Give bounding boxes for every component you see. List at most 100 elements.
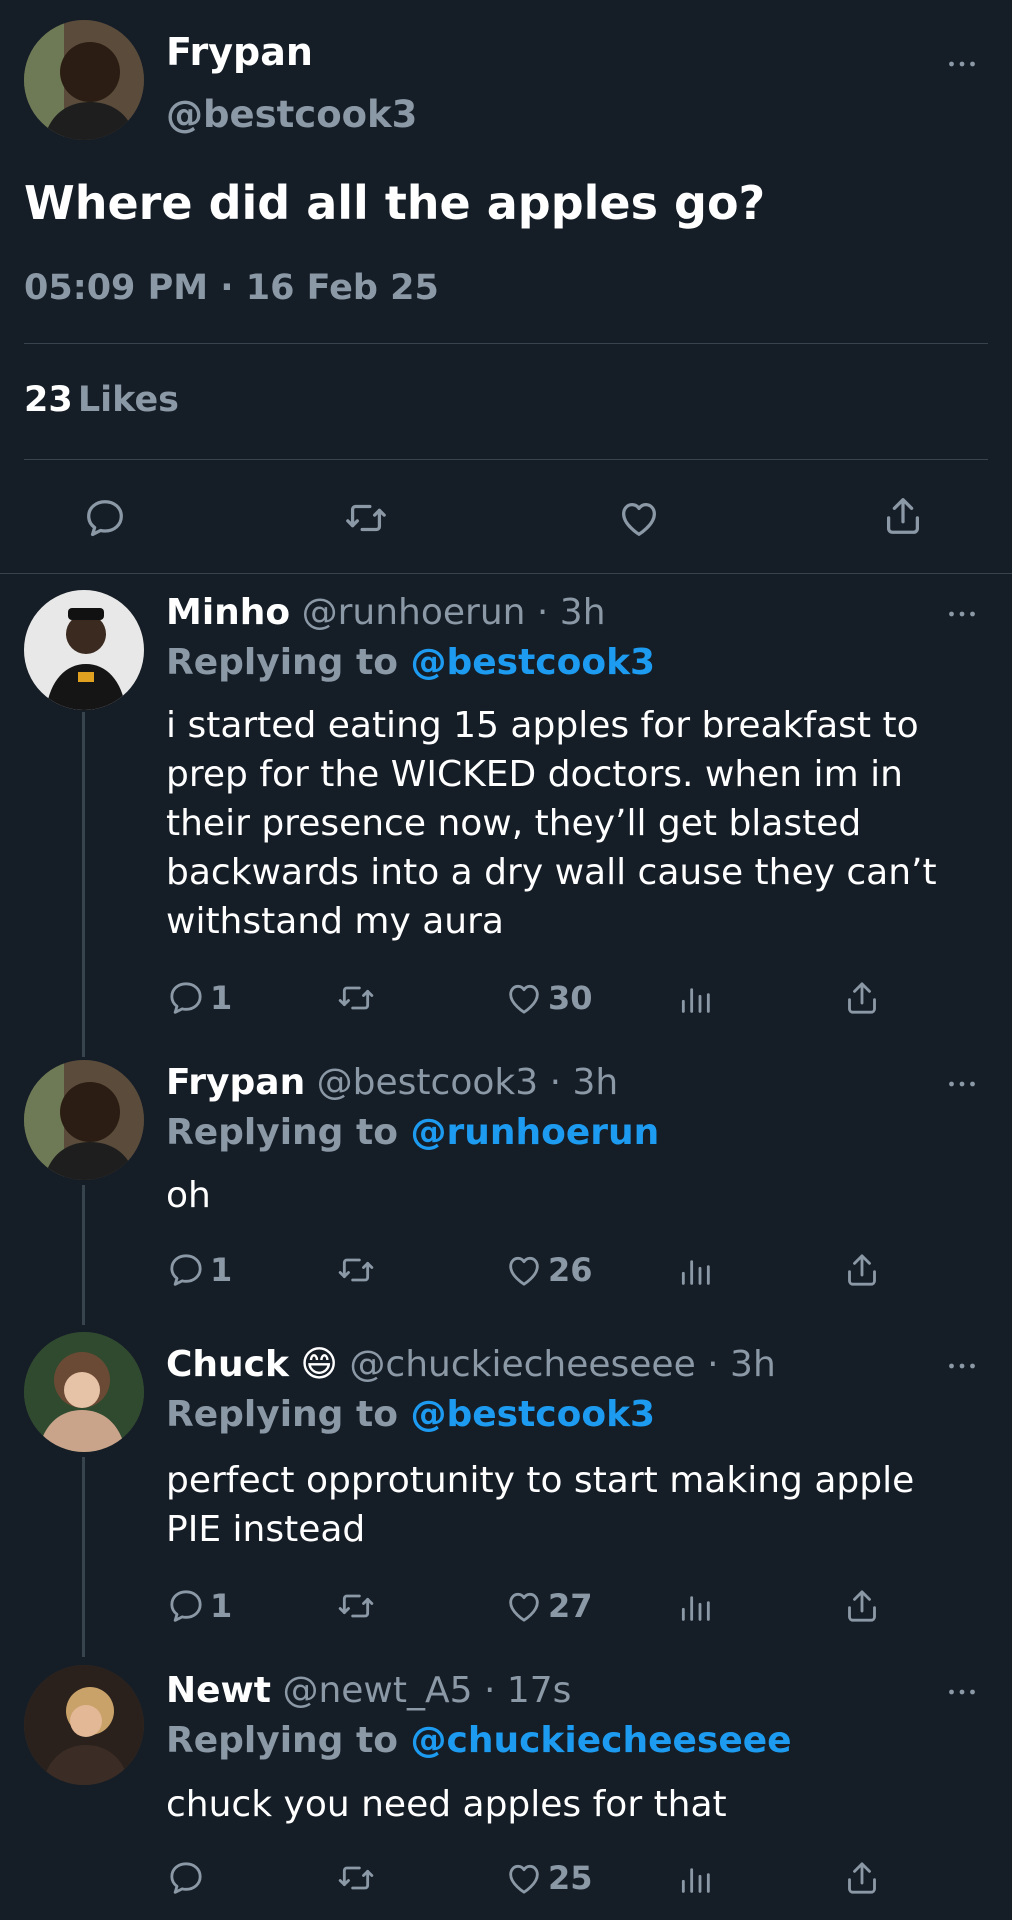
like-button[interactable]: 25 xyxy=(504,1858,593,1898)
stats-button[interactable] xyxy=(675,1586,715,1626)
reply-actions: 1 26 xyxy=(166,1250,886,1294)
reply-count: 1 xyxy=(210,1251,233,1289)
main-tweet-text: Where did all the apples go? xyxy=(24,176,766,230)
replying-to: Replying to @bestcook3 xyxy=(166,1392,655,1438)
replying-to: Replying to @chuckiecheeseee xyxy=(166,1718,792,1764)
reply-actions: 1 27 xyxy=(166,1586,886,1630)
retweet-icon xyxy=(334,1586,378,1626)
retweet-button[interactable] xyxy=(334,1250,378,1290)
divider xyxy=(24,343,988,344)
reply-header: Frypan @bestcook3 · 3h xyxy=(166,1060,618,1106)
share-button[interactable] xyxy=(842,978,882,1018)
mention-link[interactable]: @bestcook3 xyxy=(410,1394,655,1435)
main-reply-icon[interactable] xyxy=(82,495,128,545)
reply-avatar[interactable] xyxy=(24,1332,144,1452)
mention-link[interactable]: @chuckiecheeseee xyxy=(410,1720,791,1761)
main-author-name[interactable]: Frypan xyxy=(166,30,313,74)
divider xyxy=(24,459,988,460)
reply-meta[interactable]: @newt_A5 · 17s xyxy=(282,1670,571,1711)
reply-header: Newt @newt_A5 · 17s xyxy=(166,1668,571,1714)
reply-text: perfect opprotunity to start making appl… xyxy=(166,1460,915,1550)
reply-meta[interactable]: @runhoerun · 3h xyxy=(302,592,606,633)
grinning-emoji-icon: 😄 xyxy=(300,1344,338,1385)
likes-summary[interactable]: 23 Likes xyxy=(24,380,179,420)
replying-prefix: Replying to xyxy=(166,1112,398,1153)
stats-icon xyxy=(675,1586,715,1626)
mention-link[interactable]: @bestcook3 xyxy=(410,642,655,683)
thread-line xyxy=(82,1185,85,1325)
main-tweet-timestamp: 05:09 PM · 16 Feb 25 xyxy=(24,268,439,308)
reply-avatar[interactable] xyxy=(24,590,144,710)
like-count: 27 xyxy=(548,1587,593,1625)
reply-author-name[interactable]: Chuck xyxy=(166,1344,289,1385)
like-count: 26 xyxy=(548,1251,593,1289)
replying-prefix: Replying to xyxy=(166,1394,398,1435)
more-options-icon[interactable] xyxy=(944,1348,980,1384)
reply-text: i started eating 15 apples for breakfast… xyxy=(166,705,937,942)
reply-button[interactable]: 1 xyxy=(166,978,232,1018)
more-options-icon[interactable] xyxy=(944,1066,980,1102)
like-count: 25 xyxy=(548,1859,593,1897)
reply-icon xyxy=(166,978,206,1018)
reply-meta[interactable]: @bestcook3 · 3h xyxy=(317,1062,619,1103)
more-options-icon[interactable] xyxy=(944,46,980,82)
more-options-icon[interactable] xyxy=(944,1674,980,1710)
main-author-avatar[interactable] xyxy=(24,20,144,140)
reply-icon xyxy=(166,1250,206,1290)
reply-meta[interactable]: @chuckiecheeseee · 3h xyxy=(349,1344,775,1385)
like-icon xyxy=(504,1858,544,1898)
like-button[interactable]: 26 xyxy=(504,1250,593,1290)
share-icon xyxy=(842,1858,882,1898)
replying-prefix: Replying to xyxy=(166,642,398,683)
share-button[interactable] xyxy=(842,1250,882,1290)
retweet-button[interactable] xyxy=(334,1586,378,1626)
stats-icon xyxy=(675,1858,715,1898)
reply-actions: 1 30 xyxy=(166,978,886,1022)
reply-header: Minho @runhoerun · 3h xyxy=(166,590,606,636)
mention-link[interactable]: @runhoerun xyxy=(410,1112,659,1153)
likes-count: 23 xyxy=(24,380,73,420)
reply-author-name[interactable]: Minho xyxy=(166,592,290,633)
reply-actions: 25 xyxy=(166,1858,886,1902)
reply-button[interactable]: 1 xyxy=(166,1250,232,1290)
reply-button[interactable]: 1 xyxy=(166,1586,232,1626)
like-button[interactable]: 27 xyxy=(504,1586,593,1626)
reply-count: 1 xyxy=(210,1587,233,1625)
replying-prefix: Replying to xyxy=(166,1720,398,1761)
reply-button[interactable] xyxy=(166,1858,210,1898)
reply-icon xyxy=(166,1586,206,1626)
likes-label: Likes xyxy=(77,380,180,420)
reply-text: oh xyxy=(166,1175,211,1216)
main-retweet-icon[interactable] xyxy=(342,495,390,545)
reply-icon xyxy=(166,1858,206,1898)
stats-icon xyxy=(675,978,715,1018)
share-button[interactable] xyxy=(842,1586,882,1626)
retweet-button[interactable] xyxy=(334,978,378,1018)
stats-button[interactable] xyxy=(675,978,715,1018)
like-button[interactable]: 30 xyxy=(504,978,593,1018)
retweet-button[interactable] xyxy=(334,1858,378,1898)
share-icon xyxy=(842,1586,882,1626)
stats-button[interactable] xyxy=(675,1250,715,1290)
like-icon xyxy=(504,1586,544,1626)
main-author-handle[interactable]: @bestcook3 xyxy=(166,93,417,136)
reply-avatar[interactable] xyxy=(24,1060,144,1180)
share-button[interactable] xyxy=(842,1858,882,1898)
like-count: 30 xyxy=(548,979,593,1017)
reply-header: Chuck 😄 @chuckiecheeseee · 3h xyxy=(166,1342,776,1388)
retweet-icon xyxy=(334,978,378,1018)
like-icon xyxy=(504,978,544,1018)
replying-to: Replying to @runhoerun xyxy=(166,1110,659,1156)
share-icon xyxy=(842,1250,882,1290)
like-icon xyxy=(504,1250,544,1290)
retweet-icon xyxy=(334,1250,378,1290)
main-like-icon[interactable] xyxy=(615,495,663,545)
thread-line xyxy=(82,712,85,1057)
stats-button[interactable] xyxy=(675,1858,715,1898)
reply-author-name[interactable]: Frypan xyxy=(166,1062,305,1103)
reply-text: chuck you need apples for that xyxy=(166,1784,727,1825)
main-share-icon[interactable] xyxy=(880,492,926,544)
reply-author-name[interactable]: Newt xyxy=(166,1670,271,1711)
reply-avatar[interactable] xyxy=(24,1665,144,1785)
more-options-icon[interactable] xyxy=(944,596,980,632)
